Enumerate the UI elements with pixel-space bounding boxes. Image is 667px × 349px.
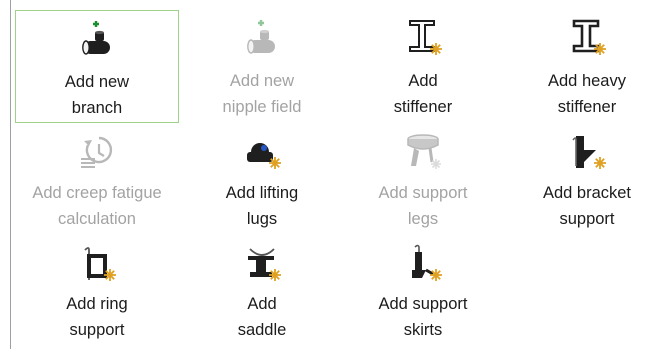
add-component-panel: Add new branch Add new nipple field Add … [0, 0, 667, 349]
tile-label-line1: Add [408, 72, 438, 90]
tile-label-line2: nipple field [222, 98, 302, 116]
tile-label-line1: Add ring [66, 295, 128, 313]
tile-label-line2: support [559, 210, 615, 228]
support-legs-icon [407, 134, 441, 169]
creep-fatigue-icon [81, 136, 113, 168]
tile-label-line1: Add support [378, 295, 468, 313]
add-creep-fatigue-calculation-button[interactable]: Add creep fatigue calculation [15, 128, 179, 238]
tile-label-line2: legs [407, 210, 439, 228]
add-saddle-button[interactable]: Add saddle [180, 240, 344, 349]
tile-label-line1: Add new [64, 73, 130, 91]
tile-label-line1: Add support [378, 184, 468, 202]
add-new-nipple-field-button[interactable]: Add new nipple field [180, 10, 344, 123]
tile-label-line1: Add heavy [548, 72, 626, 90]
nipple-field-icon [247, 20, 275, 54]
add-lifting-lugs-button[interactable]: Add lifting lugs [180, 128, 344, 238]
tile-label-line1: Add [247, 295, 277, 313]
lifting-lug-icon [247, 143, 281, 169]
tile-label-line1: Add bracket [542, 184, 632, 202]
ring-support-icon [84, 247, 116, 281]
tile-label-line1: Add new [229, 72, 295, 90]
tile-label-line1: Add creep fatigue [32, 184, 162, 202]
bracket-support-icon [572, 136, 606, 169]
tile-label-line1: Add lifting [225, 184, 299, 202]
tile-label-line2: support [69, 321, 125, 339]
tile-label-line2: branch [71, 99, 123, 117]
tile-label-line2: lugs [246, 210, 278, 228]
tile-label-line2: saddle [237, 321, 287, 339]
add-heavy-stiffener-button[interactable]: Add heavy stiffener [505, 10, 667, 123]
saddle-icon [248, 248, 281, 281]
i-beam-heavy-icon [572, 19, 606, 55]
add-support-skirts-button[interactable]: Add support skirts [341, 240, 505, 349]
add-stiffener-button[interactable]: Add stiffener [341, 10, 505, 123]
tile-label-line2: stiffener [557, 98, 617, 116]
panel-left-border [10, 0, 11, 349]
tile-label-line2: calculation [58, 210, 136, 228]
i-beam-icon [409, 20, 442, 55]
add-new-branch-button[interactable]: Add new branch [15, 10, 179, 123]
pipe-branch-icon [82, 21, 110, 55]
support-skirt-icon [412, 244, 442, 281]
tile-label-line2: stiffener [393, 98, 453, 116]
add-support-legs-button[interactable]: Add support legs [341, 128, 505, 238]
tile-label-line2: skirts [403, 321, 443, 339]
add-ring-support-button[interactable]: Add ring support [15, 240, 179, 349]
add-bracket-support-button[interactable]: Add bracket support [505, 128, 667, 238]
